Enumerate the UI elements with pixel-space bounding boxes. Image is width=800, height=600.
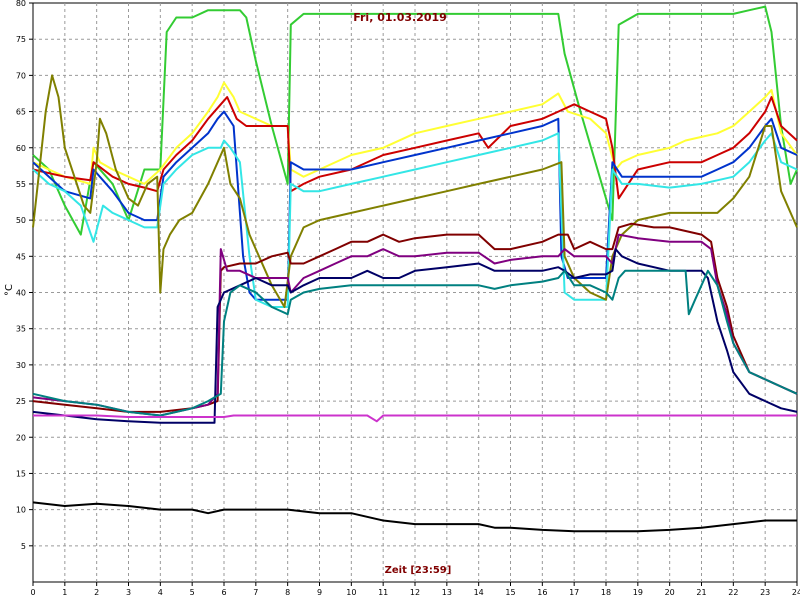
y-tick-label: 45 (16, 252, 26, 261)
x-tick-label: 15 (505, 588, 515, 597)
x-tick-label: 17 (569, 588, 579, 597)
y-tick-label: 80 (16, 0, 26, 8)
x-tick-label: 6 (221, 588, 226, 597)
x-tick-label: 22 (728, 588, 738, 597)
y-tick-label: 60 (16, 144, 26, 153)
chart: 5 10 15 20 25 30 35 40 45 50 55 60 65 70 75 80 01234567… (0, 0, 800, 600)
x-tick-label: 23 (760, 588, 770, 597)
chart-title: Fri, 01.03.2019 (353, 11, 447, 24)
x-tick-label: 2 (94, 588, 99, 597)
x-tick-label: 16 (537, 588, 547, 597)
x-tick-label: 1 (62, 588, 67, 597)
y-tick-label: 55 (16, 180, 26, 189)
x-tick-label: 20 (665, 588, 675, 597)
x-tick-label: 11 (378, 588, 388, 597)
y-tick-label: 15 (16, 469, 26, 478)
x-tick-label: 13 (442, 588, 452, 597)
y-tick-label: 70 (16, 71, 26, 80)
chart-svg: 5101520253035404550556065707580 01234567… (4, 0, 800, 597)
x-tick-label: 18 (601, 588, 611, 597)
y-tick-label: 50 (16, 216, 26, 225)
x-tick-label: 3 (126, 588, 131, 597)
x-tick-label: 21 (696, 588, 706, 597)
x-tick-label: 9 (317, 588, 322, 597)
x-tick-label: 0 (30, 588, 35, 597)
y-tick-label: 75 (16, 35, 26, 44)
y-axis-ticks: 5 10 15 20 25 30 35 40 45 50 55 60 65 70 75 80 (16, 0, 33, 551)
y-tick-label: 40 (16, 289, 26, 298)
x-tick-label: 19 (633, 588, 643, 597)
x-tick-label: 5 (190, 588, 195, 597)
y-tick-label: 65 (16, 108, 26, 117)
y-axis-label: °C (4, 284, 15, 296)
x-tick-label: 24 (792, 588, 800, 597)
x-tick-label: 10 (346, 588, 356, 597)
x-tick-label: 4 (158, 588, 163, 597)
x-tick-label: 8 (285, 588, 290, 597)
y-tick-label: 20 (16, 433, 26, 442)
x-axis-ticks: 0 1 2 3 4 5 6 7 8 9 10 11 12 13 14 15 16 17 18 19 20 21 22 23 24 (30, 582, 800, 597)
y-tick-label: 30 (16, 361, 26, 370)
y-tick-label: 10 (16, 506, 26, 515)
x-tick-label: 12 (410, 588, 420, 597)
y-tick-label: 5 (21, 542, 26, 551)
x-tick-label: 7 (253, 588, 258, 597)
x-tick-label: 14 (474, 588, 484, 597)
y-tick-label: 25 (16, 397, 26, 406)
y-tick-label: 35 (16, 325, 26, 334)
x-axis-label: Zeit [23:59] (385, 565, 452, 576)
